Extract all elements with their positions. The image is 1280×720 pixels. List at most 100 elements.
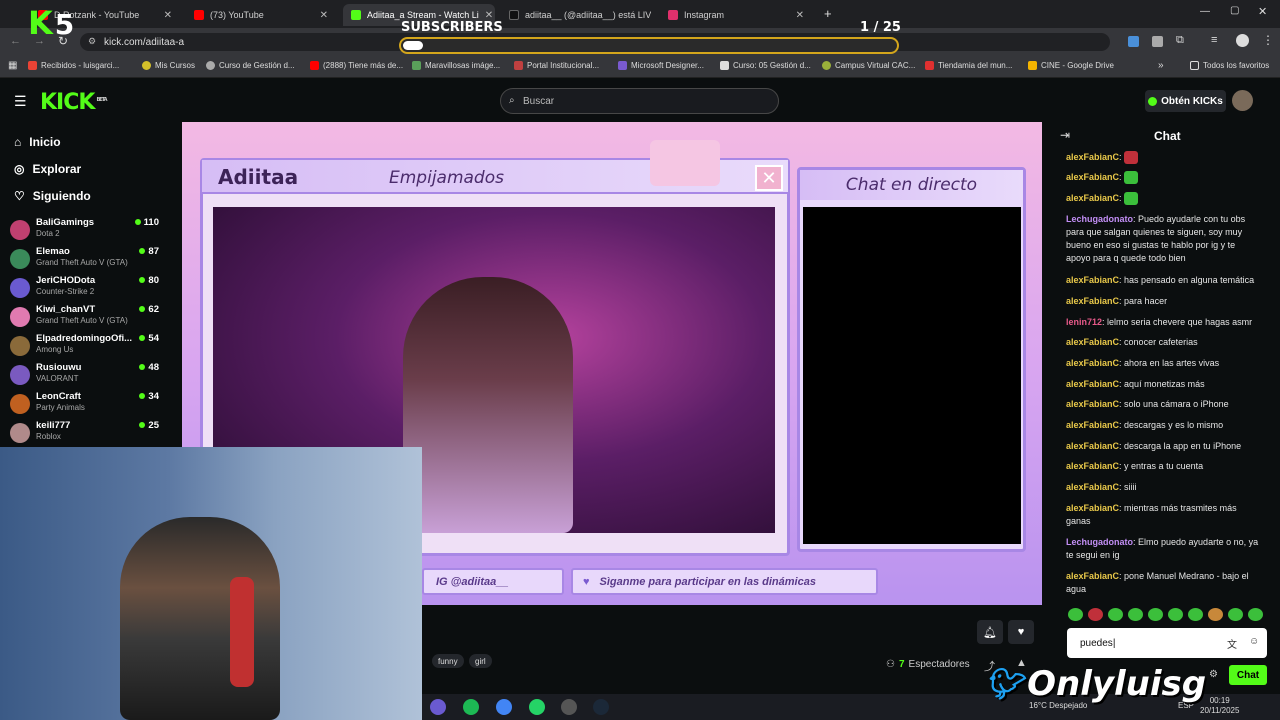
emote-icon[interactable] [1228,608,1243,621]
chat-username[interactable]: alexFabianC [1066,275,1119,285]
emote-icon[interactable] [1108,608,1123,621]
extension-icon[interactable] [1128,36,1139,47]
steam-icon[interactable] [593,699,609,715]
translate-icon[interactable]: 文 [1227,636,1237,651]
chat-username[interactable]: alexFabianC [1066,441,1119,451]
bookmark-item[interactable]: Portal Institucional... [514,61,599,70]
user-avatar[interactable] [1232,90,1253,111]
chat-username[interactable]: alexFabianC [1066,571,1119,581]
chat-input[interactable]: puedes | 文 ☺ [1067,628,1267,658]
close-icon[interactable]: ✕ [320,10,328,21]
chat-username[interactable]: Lechugadonato [1066,537,1133,547]
chat-username[interactable]: alexFabianC [1066,399,1119,409]
sidebar-channel[interactable]: Kiwi_chanVT Grand Theft Auto V (GTA) 62 [10,304,162,332]
tab-tiktok[interactable]: adiitaa__ (@adiitaa__) está LIVE ✕ [501,4,651,26]
nav-inicio[interactable]: ⌂ Inicio [14,135,61,149]
channel-avatar [10,336,30,356]
emote-icon[interactable] [1188,608,1203,621]
tab-instagram[interactable]: Instagram ✕ [660,4,812,26]
sidebar-channel[interactable]: Elemao Grand Theft Auto V (GTA) 87 [10,246,162,274]
app-icon[interactable] [430,699,446,715]
chat-username[interactable]: Lechugadonato [1066,214,1133,224]
bookmark-item[interactable]: Recibidos - luisgarci... [28,61,119,70]
chat-username[interactable]: alexFabianC [1066,193,1119,203]
profile-avatar[interactable] [1236,34,1249,47]
minimize-button[interactable]: — [1200,6,1210,17]
chat-username[interactable]: alexFabianC [1066,482,1119,492]
emote-icon[interactable] [1148,608,1163,621]
bookmark-item[interactable]: Curso de Gestión d... [206,61,295,70]
close-icon[interactable]: ✕ [164,10,172,21]
spotify-icon[interactable] [463,699,479,715]
whatsapp-icon[interactable] [529,699,545,715]
emote-icon[interactable] [1128,608,1143,621]
stream-tag[interactable]: girl [469,654,492,668]
emote-icon[interactable] [1248,608,1263,621]
maximize-button[interactable]: ▢ [1230,5,1239,16]
chat-username[interactable]: alexFabianC [1066,420,1119,430]
close-window-button[interactable]: ✕ [1258,5,1267,18]
brand-text: Onlyluisg [1027,664,1207,704]
chat-username[interactable]: alexFabianC [1066,461,1119,471]
emote-icon[interactable] [1168,608,1183,621]
tab-youtube-2[interactable]: (73) YouTube ✕ [186,4,336,26]
chat-username[interactable]: alexFabianC [1066,503,1119,513]
bookmark-icon [720,61,729,70]
apps-grid-icon[interactable]: ▦ [8,60,17,71]
chat-username[interactable]: alexFabianC [1066,337,1119,347]
send-chat-button[interactable]: Chat [1229,665,1267,685]
bookmark-item[interactable]: Tiendamia del mun... [925,61,1012,70]
extension-icon[interactable] [1152,36,1163,47]
bookmark-item[interactable]: Campus Virtual CAC... [822,61,915,70]
new-tab-button[interactable]: + [824,6,832,21]
sidebar-channel[interactable]: JeriCHODota Counter-Strike 2 80 [10,275,162,303]
collapse-chat-icon[interactable]: ⇥ [1060,128,1070,142]
sidebar-channel[interactable]: BaliGamings Dota 2 110 [10,217,162,245]
emote-icon[interactable] [1088,608,1103,621]
chat-username[interactable]: alexFabianC [1066,152,1119,162]
pixel-cat-image [650,140,720,186]
all-bookmarks[interactable]: Todos los favoritos [1190,61,1269,70]
bookmark-label: Recibidos - luisgarci... [41,61,120,70]
sidebar-channel[interactable]: keili777 Roblox 25 [10,420,162,448]
bookmark-item[interactable]: CINE - Google Drive [1028,61,1114,70]
nav-siguiendo[interactable]: ♡ Siguiendo [14,189,91,203]
follow-heart-button[interactable]: ♥ [1008,620,1034,644]
menu-icon[interactable]: ⋮ [1262,33,1274,47]
sidebar-channel[interactable]: LeonCraft Party Animals 34 [10,391,162,419]
chat-username[interactable]: alexFabianC [1066,296,1119,306]
bookmark-item[interactable]: Microsoft Designer... [618,61,704,70]
chat-username[interactable]: lenin712 [1066,317,1102,327]
bookmark-item[interactable]: (2888) Tiene más de... [310,61,403,70]
nav-explorar[interactable]: ◎ Explorar [14,162,81,176]
sidebar-channel[interactable]: ElpadredomingoOfi... Among Us 54 [10,333,162,361]
close-icon[interactable]: ✕ [796,10,804,21]
chat-username[interactable]: alexFabianC [1066,358,1119,368]
viewer-number: 87 [148,246,159,257]
search-input[interactable]: ⌕ Buscar [500,88,779,114]
emoji-icon[interactable]: ☺ [1249,636,1259,647]
hamburger-menu-icon[interactable]: ☰ [14,93,27,110]
microphone-image [230,577,254,687]
media-icon[interactable]: ≡ [1211,34,1217,46]
kick-logo[interactable]: KICK BETA [40,90,108,115]
emote-icon[interactable] [1208,608,1223,621]
chat-username[interactable]: alexFabianC [1066,172,1119,182]
bookmark-item[interactable]: Maravillosas imáge... [412,61,500,70]
chevron-right-icon[interactable]: » [1158,60,1164,71]
back-icon[interactable]: ← [10,35,21,47]
bookmark-item[interactable]: Curso: 05 Gestión d... [720,61,811,70]
site-info-icon[interactable]: ⚙ [88,36,96,47]
settings-gear-icon[interactable]: ⚙ [1209,669,1218,680]
extensions-puzzle-icon[interactable]: ⧉ [1176,34,1184,47]
get-kicks-button[interactable]: Obtén KICKs [1145,90,1226,112]
obs-icon[interactable] [561,699,577,715]
close-icon[interactable]: ✕ [485,10,493,21]
stream-tag[interactable]: funny [432,654,464,668]
chrome-icon[interactable] [496,699,512,715]
sidebar-channel[interactable]: Rusiouwu VALORANT 48 [10,362,162,390]
bookmark-item[interactable]: Mis Cursos [142,61,195,70]
notification-bell-button[interactable]: 🔔︎ [977,620,1003,644]
chat-username[interactable]: alexFabianC [1066,379,1119,389]
emote-icon[interactable] [1068,608,1083,621]
